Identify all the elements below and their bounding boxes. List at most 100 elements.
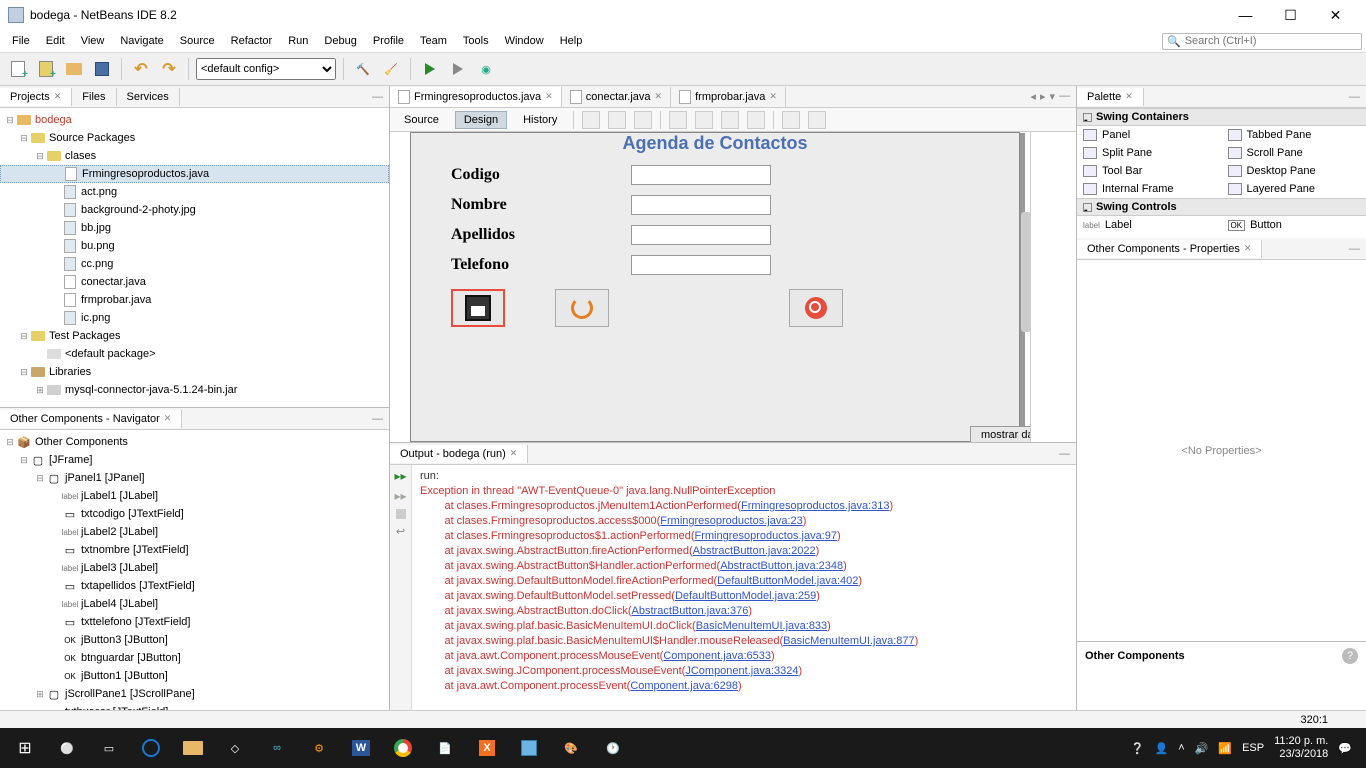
preview-icon[interactable] <box>634 111 652 129</box>
build-button[interactable]: 🔨 <box>351 57 375 81</box>
chrome-icon[interactable] <box>382 728 424 768</box>
clock-icon[interactable]: 🕐 <box>592 728 634 768</box>
menu-help[interactable]: Help <box>552 33 591 49</box>
align-bottom-icon[interactable] <box>747 111 765 129</box>
palette-button[interactable]: OKButton <box>1222 216 1366 234</box>
menu-file[interactable]: File <box>4 33 38 49</box>
palette-desktop-pane[interactable]: Desktop Pane <box>1222 162 1366 180</box>
panel-minimize[interactable]: — <box>1343 91 1366 103</box>
clean-build-button[interactable]: 🧹 <box>379 57 403 81</box>
gui-designer-canvas[interactable]: Agenda de Contactos Codigo Nombre Apelli… <box>390 132 1076 442</box>
input-apellidos[interactable] <box>631 225 771 245</box>
menu-refactor[interactable]: Refactor <box>223 33 281 49</box>
tab-nav-next-icon[interactable]: ▸ <box>1040 90 1046 103</box>
rerun-failed-icon[interactable]: ▸▸ <box>394 489 406 503</box>
panel-minimize[interactable]: — <box>1343 243 1366 255</box>
menu-debug[interactable]: Debug <box>316 33 364 49</box>
palette-scroll-pane[interactable]: Scroll Pane <box>1222 144 1366 162</box>
menu-source[interactable]: Source <box>172 33 223 49</box>
wrap-icon[interactable]: ↩ <box>396 525 405 538</box>
profile-button[interactable]: ◉ <box>474 57 498 81</box>
palette-section-controls[interactable]: -Swing Controls <box>1077 198 1366 216</box>
stop-icon[interactable] <box>396 509 406 519</box>
undo-button[interactable]: ↶ <box>129 57 153 81</box>
tab-navigator[interactable]: Other Components - Navigator✕ <box>0 410 182 428</box>
navigator-tree[interactable]: ⊟📦Other Components ⊟▢[JFrame] ⊟▢jPanel1 … <box>0 430 389 710</box>
language-indicator[interactable]: ESP <box>1242 742 1264 754</box>
debug-button[interactable] <box>446 57 470 81</box>
panel-minimize[interactable]: — <box>366 91 389 103</box>
dropbox-icon[interactable]: ◇ <box>214 728 256 768</box>
tab-projects[interactable]: Projects✕ <box>0 88 72 106</box>
run-button[interactable] <box>418 57 442 81</box>
align-top-icon[interactable] <box>721 111 739 129</box>
xampp-icon[interactable]: X <box>466 728 508 768</box>
system-clock[interactable]: 11:20 p. m. 23/3/2018 <box>1274 735 1328 761</box>
editor-tab-conectar[interactable]: conectar.java✕ <box>562 87 671 107</box>
view-source[interactable]: Source <box>396 112 447 128</box>
close-button[interactable]: ✕ <box>1313 1 1358 29</box>
edge-icon[interactable] <box>130 728 172 768</box>
notifications-icon[interactable]: 💬 <box>1338 742 1352 755</box>
connection-mode-icon[interactable] <box>608 111 626 129</box>
app-icon[interactable]: ∞ <box>256 728 298 768</box>
panel-minimize[interactable]: — <box>1053 448 1076 460</box>
menu-profile[interactable]: Profile <box>365 33 412 49</box>
tab-files[interactable]: Files <box>72 88 116 106</box>
close-icon[interactable]: ✕ <box>655 91 663 102</box>
tab-output[interactable]: Output - bodega (run)✕ <box>390 445 528 463</box>
refresh-form-button[interactable] <box>555 289 609 327</box>
menu-navigate[interactable]: Navigate <box>112 33 171 49</box>
search-form-button[interactable] <box>789 289 843 327</box>
tab-list-icon[interactable]: ▾ <box>1049 90 1055 103</box>
new-file-button[interactable] <box>6 57 30 81</box>
word-icon[interactable]: W <box>340 728 382 768</box>
close-icon[interactable]: ✕ <box>164 413 172 424</box>
open-project-button[interactable] <box>62 57 86 81</box>
align-right-icon[interactable] <box>695 111 713 129</box>
close-icon[interactable]: ✕ <box>1244 243 1252 254</box>
paint-icon[interactable]: 🎨 <box>550 728 592 768</box>
palette-tabbed-pane[interactable]: Tabbed Pane <box>1222 126 1366 144</box>
rerun-icon[interactable]: ▸▸ <box>394 469 406 483</box>
config-select[interactable]: <default config> <box>196 58 336 80</box>
tab-properties[interactable]: Other Components - Properties✕ <box>1077 240 1262 258</box>
output-console[interactable]: run: Exception in thread "AWT-EventQueue… <box>412 465 1076 710</box>
explorer-icon[interactable] <box>172 728 214 768</box>
tab-services[interactable]: Services <box>117 88 180 106</box>
menu-team[interactable]: Team <box>412 33 455 49</box>
panel-minimize[interactable]: — <box>1059 90 1070 103</box>
palette-section-containers[interactable]: -Swing Containers <box>1077 108 1366 126</box>
editor-tab-frmprobar[interactable]: frmprobar.java✕ <box>671 87 786 107</box>
app-icon[interactable]: 📄 <box>424 728 466 768</box>
view-history[interactable]: History <box>515 112 565 128</box>
save-all-button[interactable] <box>90 57 114 81</box>
help-tray-icon[interactable]: ❔ <box>1131 742 1145 755</box>
form-panel[interactable]: Agenda de Contactos Codigo Nombre Apelli… <box>410 132 1020 442</box>
editor-tab-frmingreso[interactable]: Frmingresoproductos.java✕ <box>390 87 562 107</box>
minimize-button[interactable]: — <box>1223 1 1268 29</box>
start-button[interactable]: ⊞ <box>4 728 46 768</box>
resize-v-icon[interactable] <box>808 111 826 129</box>
menu-tools[interactable]: Tools <box>455 33 497 49</box>
new-project-button[interactable] <box>34 57 58 81</box>
tray-chevron-icon[interactable]: ˄ <box>1178 742 1184 754</box>
app-icon[interactable]: ⚙ <box>298 728 340 768</box>
redo-button[interactable]: ↷ <box>157 57 181 81</box>
selection-mode-icon[interactable] <box>582 111 600 129</box>
panel-minimize[interactable]: — <box>366 413 389 425</box>
close-icon[interactable]: ✕ <box>54 91 62 102</box>
netbeans-icon[interactable] <box>508 728 550 768</box>
menu-window[interactable]: Window <box>497 33 552 49</box>
view-design[interactable]: Design <box>455 111 507 129</box>
palette-tool-bar[interactable]: Tool Bar <box>1077 162 1222 180</box>
resize-h-icon[interactable] <box>782 111 800 129</box>
tab-palette[interactable]: Palette✕ <box>1077 88 1144 106</box>
palette-panel[interactable]: Panel <box>1077 126 1222 144</box>
menu-run[interactable]: Run <box>280 33 316 49</box>
save-form-button[interactable] <box>451 289 505 327</box>
wifi-icon[interactable]: 📶 <box>1218 742 1232 755</box>
project-tree[interactable]: ⊟bodega ⊟Source Packages ⊟clases Frmingr… <box>0 108 389 407</box>
close-icon[interactable]: ✕ <box>510 448 518 459</box>
palette-layered-pane[interactable]: Layered Pane <box>1222 180 1366 198</box>
